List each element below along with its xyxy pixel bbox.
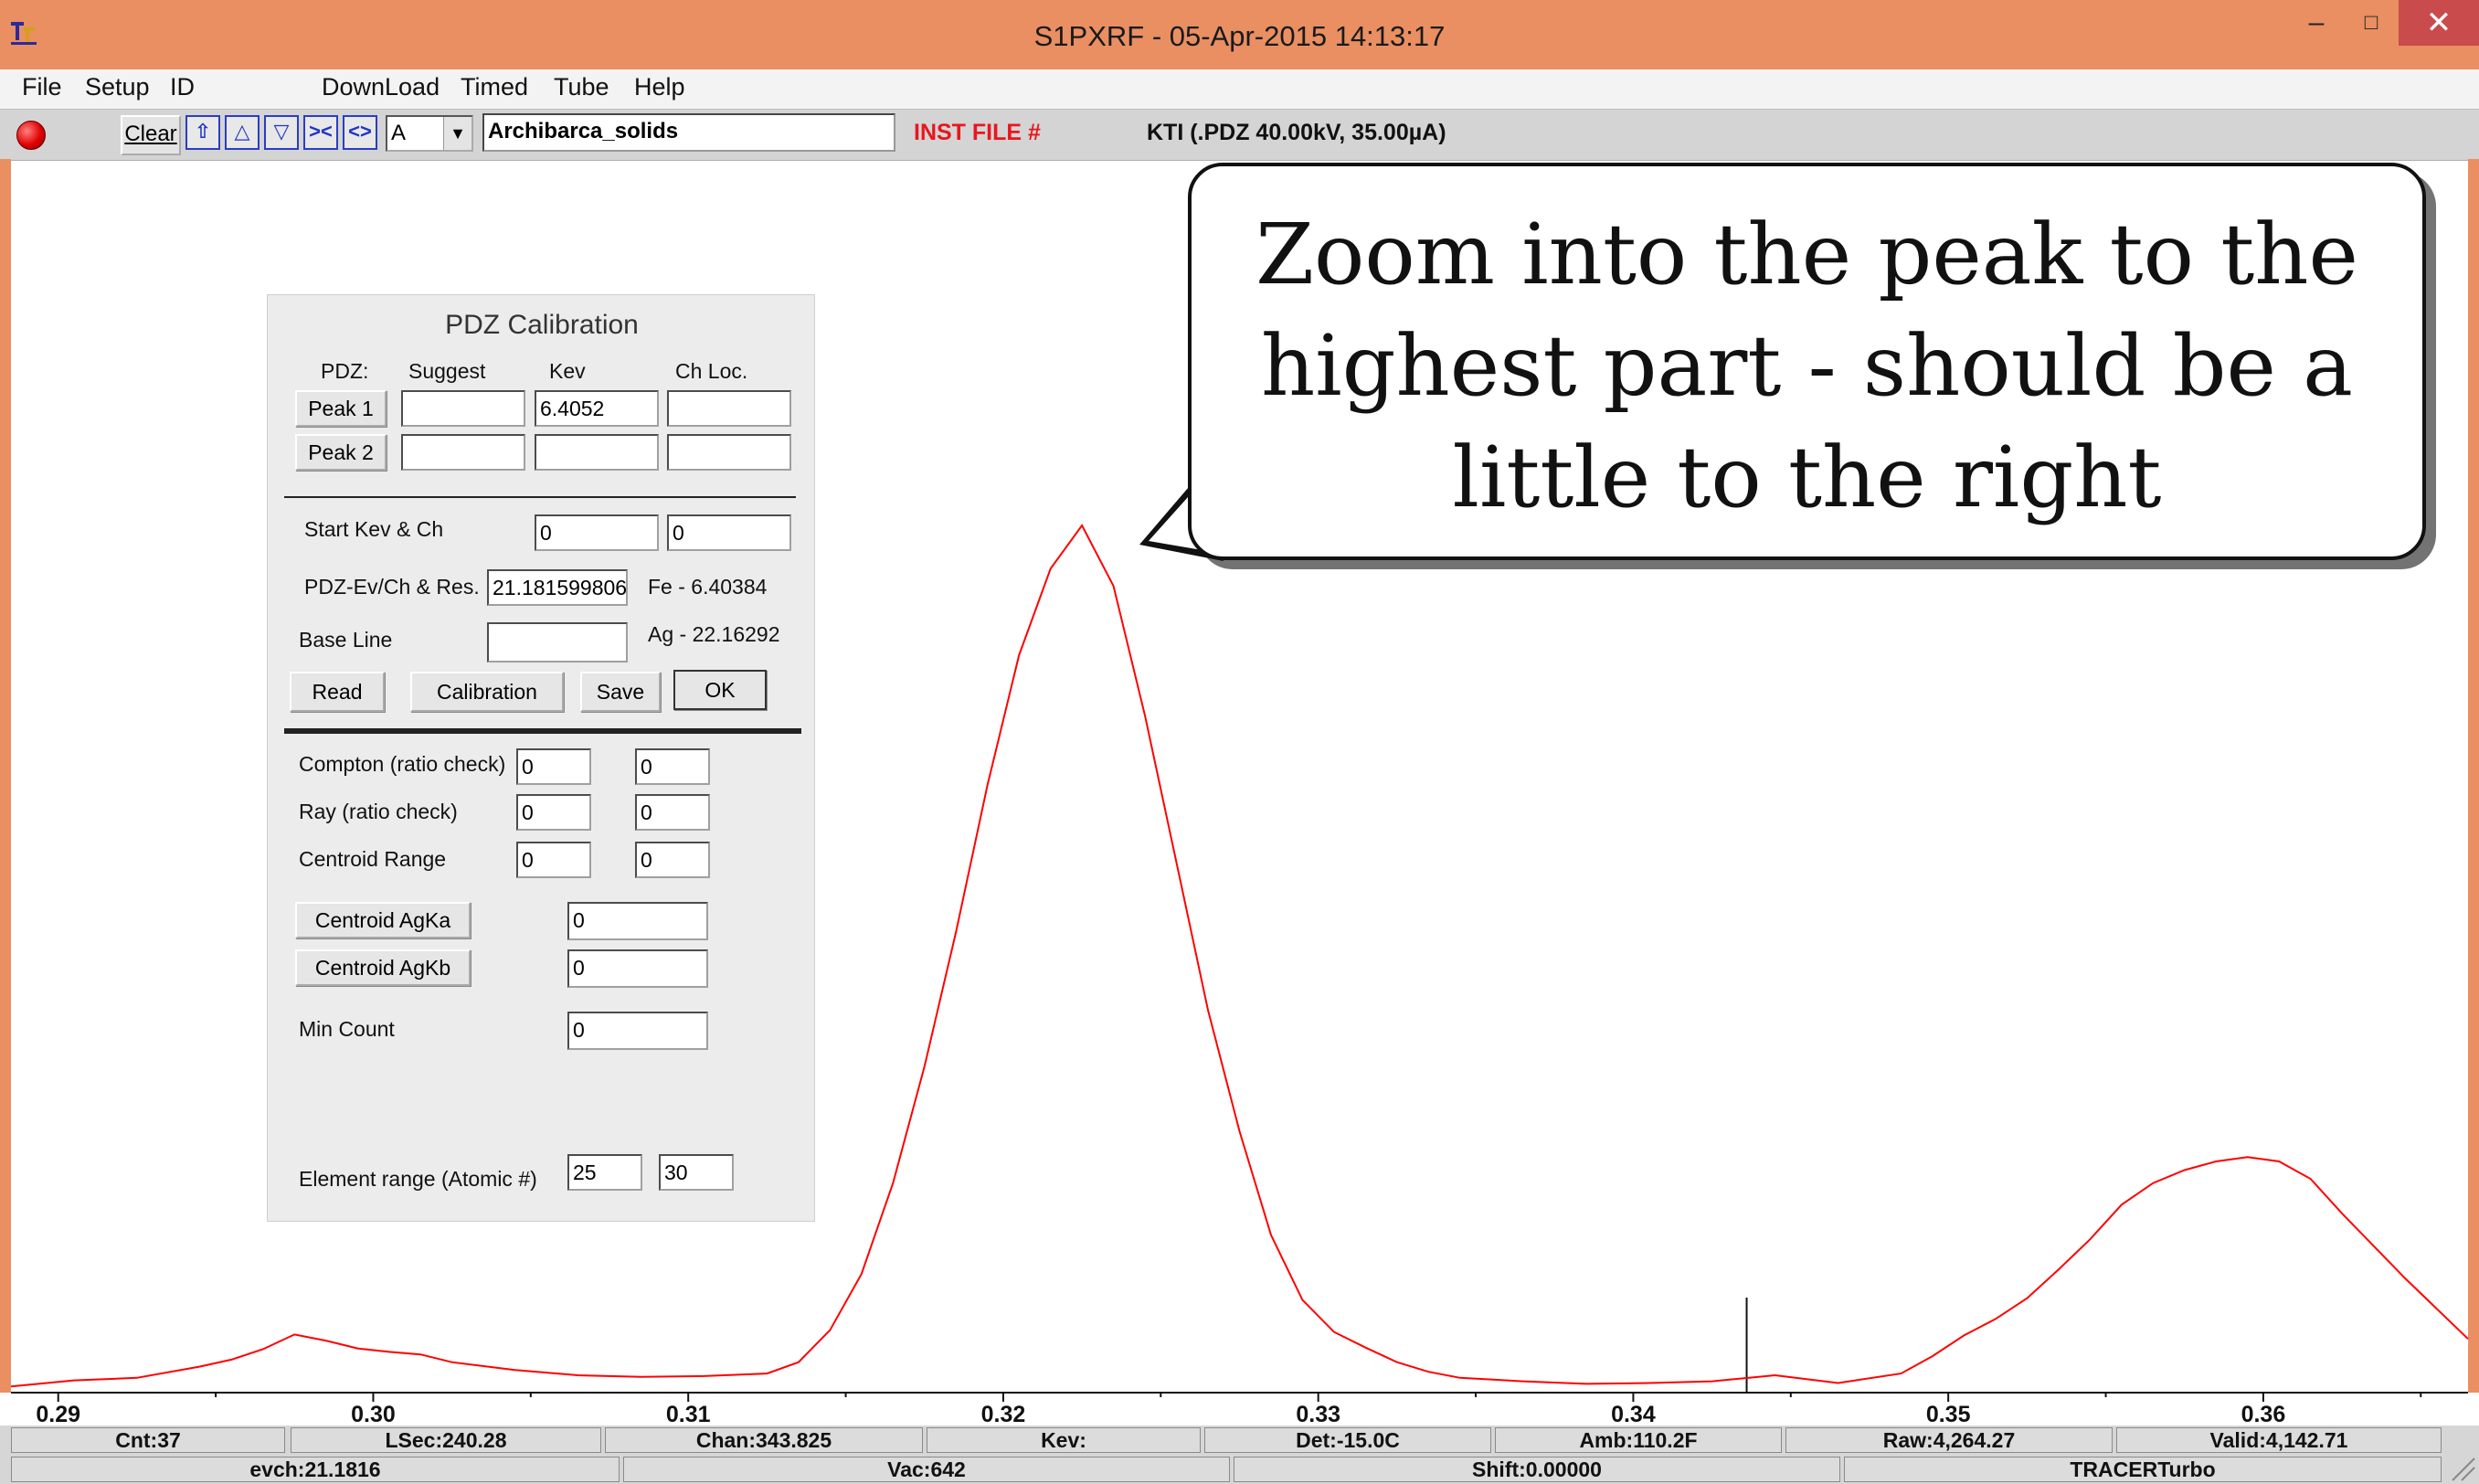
- ag-reference: Ag - 22.16292: [648, 622, 780, 646]
- ev-ch-field[interactable]: 21.181599806: [487, 569, 628, 606]
- x-tick-label: 0.35: [1926, 1402, 1971, 1426]
- centroid-agka-field[interactable]: 0: [567, 902, 708, 940]
- peak2-chloc-field[interactable]: [667, 434, 791, 471]
- compton-field-1[interactable]: 0: [516, 748, 591, 785]
- resize-grip-icon[interactable]: [2449, 1455, 2476, 1482]
- peak2-kev-field[interactable]: [535, 434, 659, 471]
- save-button[interactable]: Save: [580, 672, 661, 712]
- divider: [284, 496, 796, 498]
- centroid-agkb-field[interactable]: 0: [567, 949, 708, 988]
- x-tick-label: 0.32: [981, 1402, 1026, 1426]
- pdz-calibration-panel: PDZ Calibration PDZ: Suggest Kev Ch Loc.…: [267, 294, 815, 1222]
- col-header-pdz: PDZ:: [321, 359, 369, 383]
- x-tick-label: 0.30: [351, 1402, 396, 1426]
- callout-text: Zoom into the peak to the highest part -…: [1188, 199, 2426, 534]
- baseline-label: Base Line: [299, 628, 393, 652]
- status-vac: Vac:642: [623, 1457, 1230, 1482]
- x-axis: [11, 1392, 2468, 1402]
- status-cnt: Cnt:37: [11, 1427, 285, 1453]
- status-valid: Valid:4,142.71: [2116, 1427, 2442, 1453]
- col-header-suggest: Suggest: [408, 359, 486, 383]
- callout-line-1: Zoom into the peak to the: [1255, 206, 2358, 303]
- element-range-field-2[interactable]: 30: [659, 1154, 734, 1191]
- pdz-panel-title: PDZ Calibration: [445, 310, 639, 340]
- ev-ch-label: PDZ-Ev/Ch & Res.: [304, 575, 480, 599]
- element-range-label: Element range (Atomic #): [299, 1167, 537, 1191]
- read-button[interactable]: Read: [290, 672, 385, 712]
- ok-button[interactable]: OK: [673, 670, 767, 710]
- centroid-range-field-1[interactable]: 0: [516, 842, 591, 878]
- col-header-chloc: Ch Loc.: [675, 359, 748, 383]
- status-bar-top: Cnt:37 LSec:240.28 Chan:343.825 Kev: Det…: [0, 1426, 2479, 1455]
- status-tracer: TRACERTurbo: [1844, 1457, 2442, 1482]
- status-raw: Raw:4,264.27: [1785, 1427, 2113, 1453]
- peak1-suggest-field[interactable]: [401, 390, 525, 427]
- status-evch: evch:21.1816: [11, 1457, 620, 1482]
- calibration-button[interactable]: Calibration: [410, 672, 564, 712]
- start-kev-label: Start Kev & Ch: [304, 517, 444, 541]
- start-kev-field[interactable]: 0: [535, 514, 659, 551]
- ray-field-2[interactable]: 0: [635, 794, 710, 831]
- min-count-field[interactable]: 0: [567, 1012, 708, 1050]
- compton-field-2[interactable]: 0: [635, 748, 710, 785]
- x-tick-label: 0.36: [2241, 1402, 2286, 1426]
- divider-thick: [284, 728, 801, 734]
- col-header-kev: Kev: [549, 359, 586, 383]
- status-lsec: LSec:240.28: [291, 1427, 601, 1453]
- status-amb: Amb:110.2F: [1495, 1427, 1782, 1453]
- x-tick-label: 0.33: [1296, 1402, 1340, 1426]
- centroid-agkb-button[interactable]: Centroid AgKb: [295, 949, 471, 986]
- element-range-field-1[interactable]: 25: [567, 1154, 642, 1191]
- peak2-suggest-field[interactable]: [401, 434, 525, 471]
- status-chan: Chan:343.825: [605, 1427, 923, 1453]
- status-det: Det:-15.0C: [1204, 1427, 1491, 1453]
- status-kev: Kev:: [927, 1427, 1201, 1453]
- baseline-field[interactable]: [487, 622, 628, 662]
- peak1-chloc-field[interactable]: [667, 390, 791, 427]
- centroid-agka-button[interactable]: Centroid AgKa: [295, 902, 471, 938]
- callout-line-2: highest part - should be a: [1260, 317, 2354, 415]
- callout-line-3: little to the right: [1452, 429, 2162, 526]
- centroid-range-field-2[interactable]: 0: [635, 842, 710, 878]
- min-count-label: Min Count: [299, 1017, 395, 1041]
- compton-label: Compton (ratio check): [299, 752, 506, 776]
- x-tick-label: 0.34: [1611, 1402, 1656, 1426]
- x-tick-label: 0.29: [36, 1402, 80, 1426]
- x-tick-label: 0.31: [666, 1402, 711, 1426]
- peak2-button[interactable]: Peak 2: [295, 434, 387, 471]
- fe-reference: Fe - 6.40384: [648, 575, 768, 599]
- ray-field-1[interactable]: 0: [516, 794, 591, 831]
- peak1-button[interactable]: Peak 1: [295, 390, 387, 427]
- centroid-range-label: Centroid Range: [299, 847, 447, 871]
- status-shift: Shift:0.00000: [1234, 1457, 1840, 1482]
- status-bar-bottom: evch:21.1816 Vac:642 Shift:0.00000 TRACE…: [0, 1455, 2479, 1484]
- ray-label: Ray (ratio check): [299, 800, 458, 823]
- x-tick-labels: 0.29 0.30 0.31 0.32 0.33 0.34 0.35 0.36: [36, 1402, 2285, 1426]
- peak1-kev-field[interactable]: 6.4052: [535, 390, 659, 427]
- start-ch-field[interactable]: 0: [667, 514, 791, 551]
